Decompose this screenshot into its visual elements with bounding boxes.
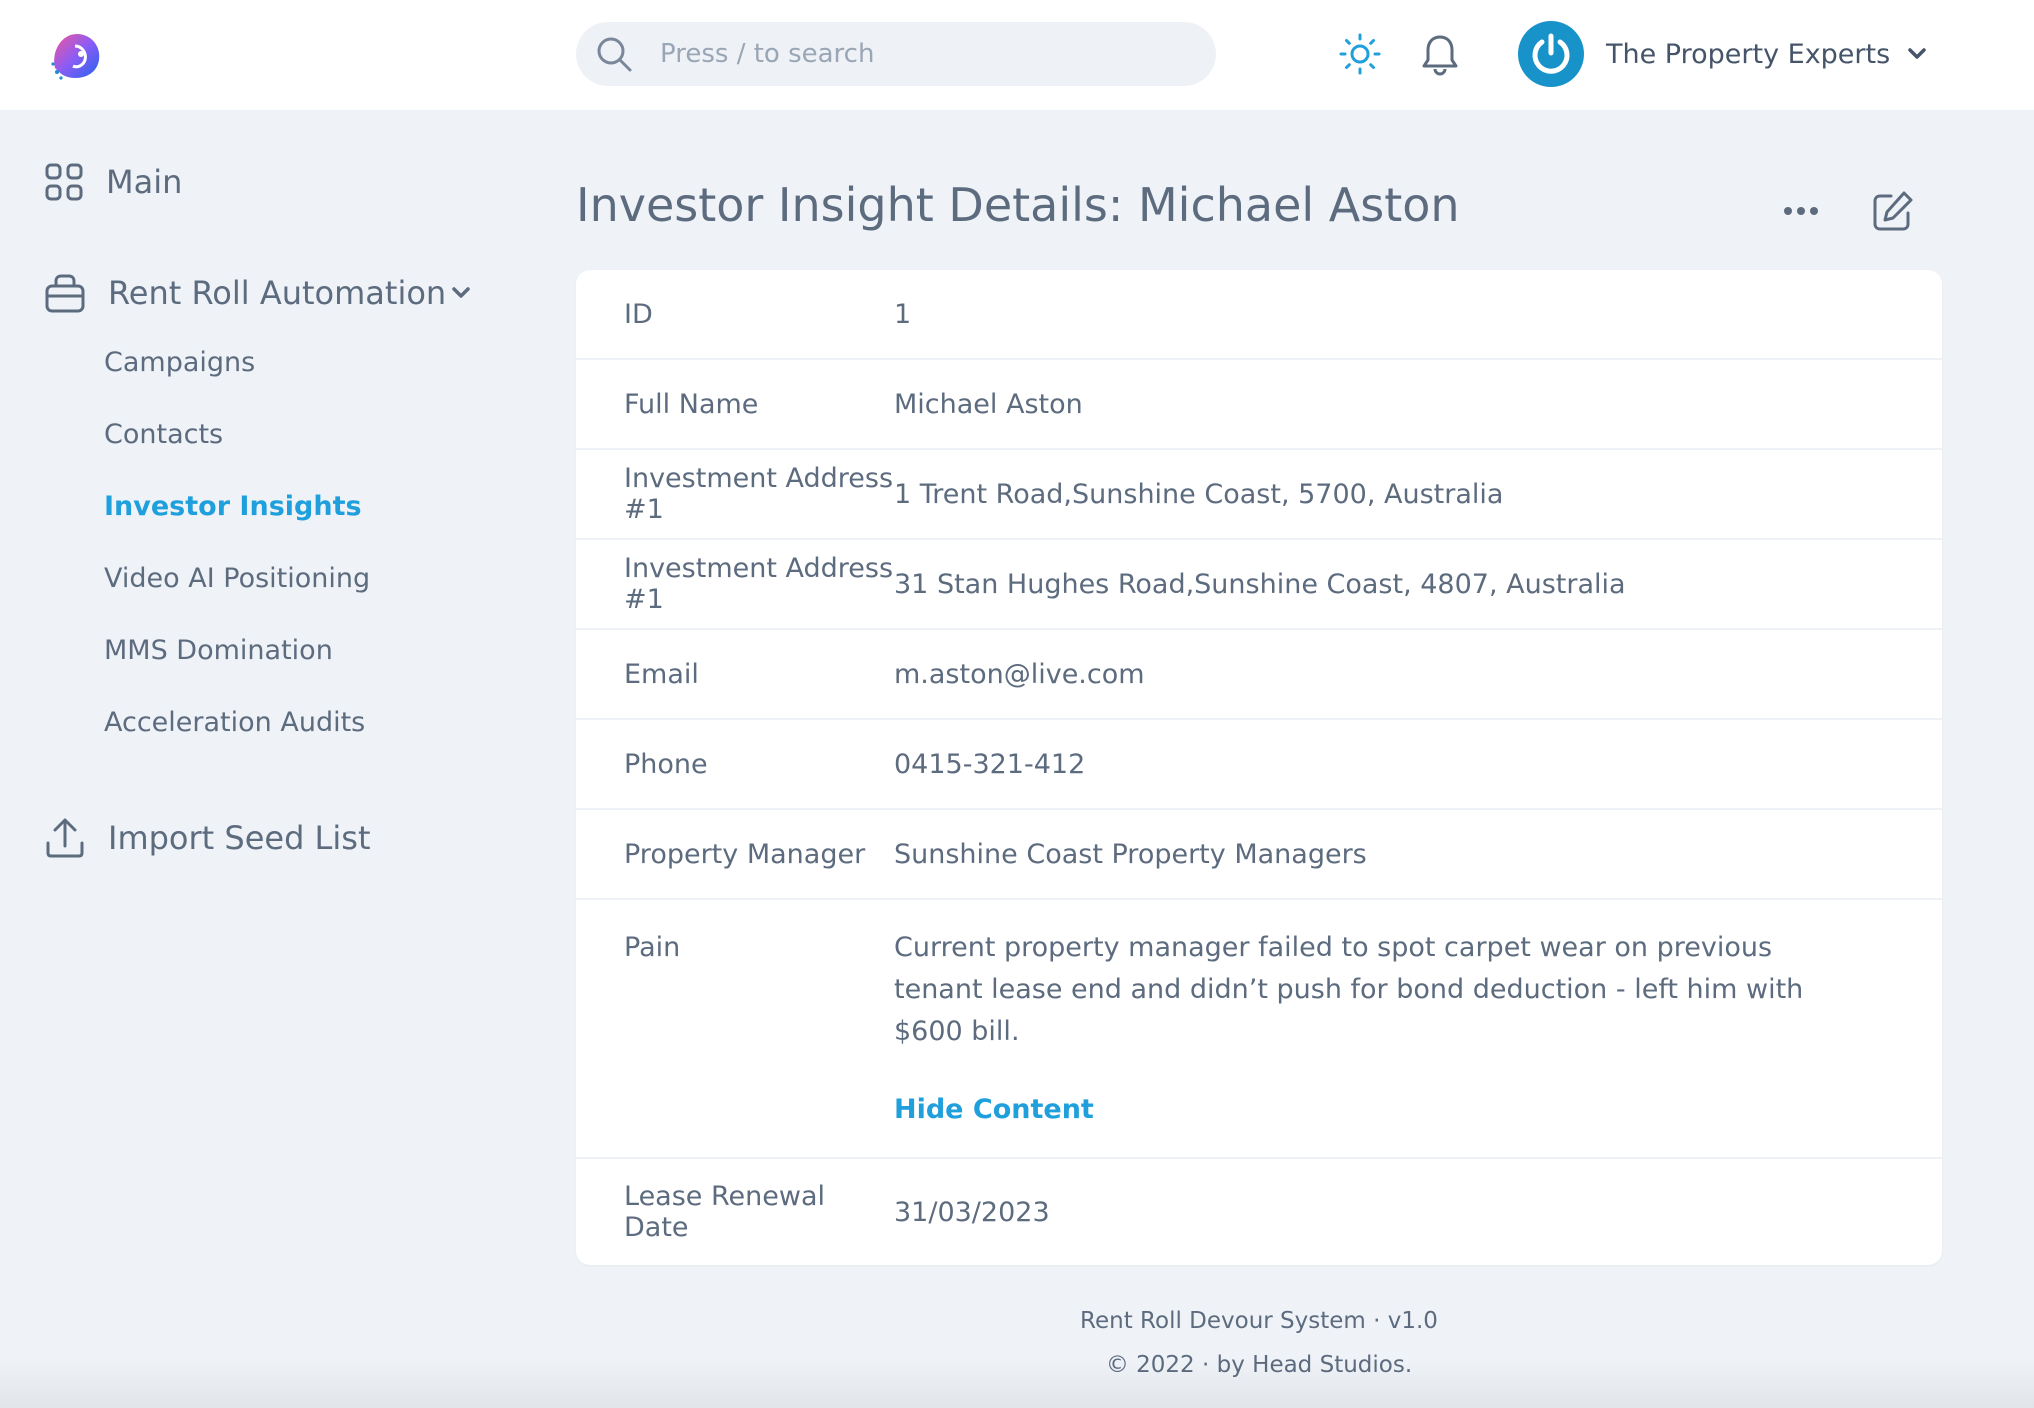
sidebar-item-campaigns[interactable]: Campaigns [104,347,255,378]
sidebar-item-acceleration-audits[interactable]: Acceleration Audits [104,707,365,738]
detail-row-full-name: Full Name Michael Aston [576,360,1942,450]
detail-label: ID [624,298,653,330]
detail-value: Sunshine Coast Property Managers [894,838,1367,870]
upload-icon [46,818,84,858]
detail-value: 31 Stan Hughes Road,Sunshine Coast, 4807… [894,568,1626,600]
detail-label: Email [624,658,699,690]
detail-value: Michael Aston [894,388,1083,420]
detail-value: 1 [894,298,912,330]
theme-toggle-sun-icon[interactable] [1336,30,1384,78]
search-icon [597,37,632,72]
sidebar-item-import-label: Import Seed List [108,819,371,857]
detail-value: 1 Trent Road,Sunshine Coast, 5700, Austr… [894,478,1504,510]
details-card: ID 1 Full Name Michael Aston Investment … [576,270,1942,1265]
bottom-shadow [0,1358,2034,1408]
sidebar-item-mms-domination[interactable]: MMS Domination [104,635,333,666]
detail-row-property-manager: Property Manager Sunshine Coast Property… [576,810,1942,900]
detail-label: Property Manager [624,838,866,870]
sidebar-section-rent-roll-automation[interactable]: Rent Roll Automation [44,272,472,314]
chevron-down-icon [452,287,470,298]
detail-label: Investment Address #1 [624,553,894,615]
detail-row-pain: Pain Current property manager failed to … [576,900,1942,1159]
sidebar-item-main-label: Main [106,163,183,201]
detail-label: Lease Renewal Date [624,1181,825,1243]
detail-row-investment-address-1: Investment Address #1 1 Trent Road,Sunsh… [576,450,1942,540]
detail-label: Full Name [624,388,759,420]
grid-icon [45,163,83,201]
detail-label: Phone [624,748,708,780]
sidebar-item-import-seed-list[interactable]: Import Seed List [44,817,370,859]
detail-row-lease-renewal-date: Lease Renewal Date 31/03/2023 [576,1159,1942,1265]
sidebar-section-label: Rent Roll Automation [108,274,447,312]
pain-text: Current property manager failed to spot … [894,932,1804,1047]
edit-icon[interactable] [1868,186,1918,236]
sidebar-item-investor-insights[interactable]: Investor Insights [104,491,362,522]
detail-row-email: Email m.aston@live.com [576,630,1942,720]
detail-label: Investment Address #1 [624,463,894,525]
top-bar: The Property Experts [0,0,2034,110]
briefcase-icon [45,274,85,313]
account-name: The Property Experts [1606,38,1891,70]
power-icon [1532,33,1570,74]
more-options-icon[interactable] [1776,186,1826,236]
hide-content-link[interactable]: Hide Content [894,1089,1094,1131]
sidebar-item-contacts[interactable]: Contacts [104,419,223,450]
detail-row-investment-address-2: Investment Address #1 31 Stan Hughes Roa… [576,540,1942,630]
sidebar-item-main[interactable]: Main [44,162,182,202]
notifications-bell-icon[interactable] [1416,30,1464,78]
detail-value: m.aston@live.com [894,658,1145,690]
detail-row-phone: Phone 0415-321-412 [576,720,1942,810]
footer-version: Rent Roll Devour System · v1.0 [1080,1308,1438,1334]
page-title: Investor Insight Details: Michael Aston [576,178,1460,232]
detail-label: Pain [624,932,681,963]
brand-logo-icon[interactable] [45,28,105,83]
detail-row-id: ID 1 [576,270,1942,360]
chevron-down-icon [1908,48,1926,59]
search-input[interactable] [658,38,1182,70]
search-bar[interactable] [576,22,1216,86]
account-menu[interactable]: The Property Experts [1518,20,1928,88]
detail-value: 31/03/2023 [894,1196,1050,1228]
avatar [1518,21,1584,87]
sidebar-item-video-ai-positioning[interactable]: Video AI Positioning [104,563,370,594]
detail-value: 0415-321-412 [894,748,1086,780]
